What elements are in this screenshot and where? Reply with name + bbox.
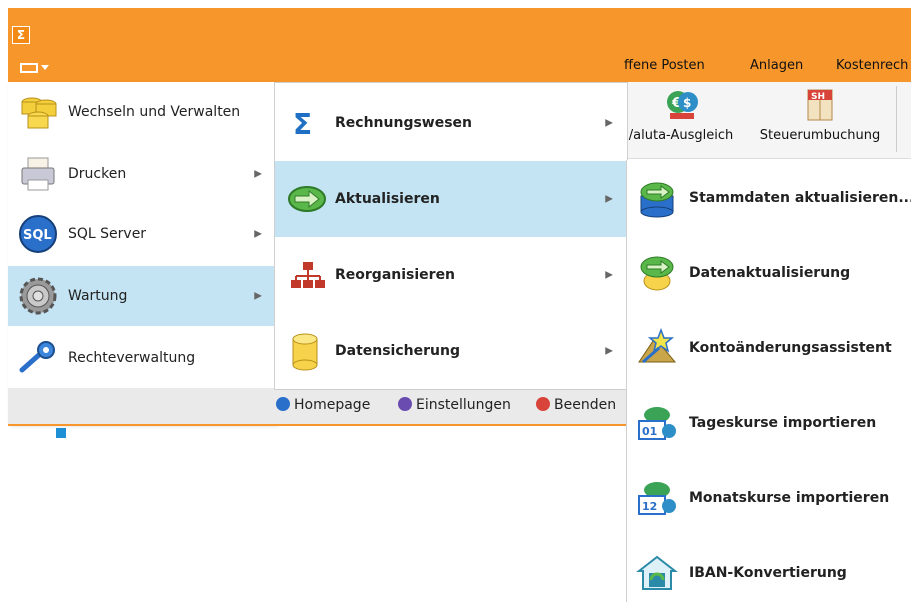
- tab-offene-posten[interactable]: ffene Posten: [624, 58, 705, 73]
- homepage-link[interactable]: Homepage: [276, 397, 370, 413]
- refresh-yellow-icon: [640, 256, 674, 290]
- chevron-right-icon: ▶: [254, 168, 262, 180]
- menu-item-sql-server[interactable]: SQL SQL Server ▶: [8, 204, 276, 264]
- submenu-item-label: Datensicherung: [335, 343, 460, 359]
- subsub-item-iban[interactable]: IBAN-Konvertierung: [627, 535, 911, 610]
- wartung-submenu: Σ Rechnungswesen ▶ Aktualisieren ▶ Reorg…: [274, 82, 628, 390]
- cylinder-icon: [292, 333, 318, 371]
- currency-exchange-icon: € $: [667, 91, 698, 119]
- iban-icon: [636, 555, 678, 590]
- beenden-label: Beenden: [554, 397, 617, 413]
- database-stack-icon: [21, 97, 57, 129]
- menu-footer: Homepage Einstellungen Beenden: [8, 388, 628, 426]
- printer-icon: [21, 157, 55, 191]
- valuta-ausgleich-button[interactable]: € $ /aluta-Ausgleich: [624, 88, 738, 143]
- aktualisieren-submenu: Stammdaten aktualisieren... Datenaktuali…: [626, 160, 911, 602]
- menu-item-label: Wartung: [68, 288, 128, 304]
- app-logo-icon: Σ: [12, 26, 30, 44]
- einstellungen-label: Einstellungen: [416, 397, 511, 413]
- svg-text:12: 12: [642, 500, 657, 513]
- chevron-right-icon: ▶: [254, 290, 262, 302]
- subsub-item-label: Stammdaten aktualisieren...: [689, 189, 911, 206]
- steuerumbuchung-label: Steuerumbuchung: [759, 128, 881, 143]
- submenu-item-label: Rechnungswesen: [335, 115, 473, 131]
- subsub-item-label: Kontoänderungsassistent: [689, 339, 892, 356]
- status-indicator: [56, 428, 66, 438]
- main-menu: Wechseln und Verwalten Drucken ▶ SQL SQL…: [8, 82, 277, 424]
- chevron-right-icon: ▶: [605, 117, 613, 129]
- menu-item-rechteverwaltung[interactable]: Rechteverwaltung: [8, 328, 276, 388]
- file-menu-button[interactable]: [20, 60, 52, 74]
- hierarchy-icon: [291, 262, 325, 288]
- beenden-link[interactable]: Beenden: [536, 397, 616, 413]
- chevron-right-icon: ▶: [254, 228, 262, 240]
- wizard-icon: [638, 327, 677, 363]
- ribbon-separator: [896, 86, 897, 152]
- menu-item-label: SQL Server: [68, 226, 147, 242]
- exit-icon: [536, 397, 550, 411]
- menu-item-label: Wechseln und Verwalten: [68, 104, 241, 120]
- svg-text:$: $: [683, 96, 691, 110]
- chevron-right-icon: ▶: [605, 269, 613, 281]
- sigma-icon: Σ: [293, 108, 312, 140]
- menu-item-wartung[interactable]: Wartung ▶: [8, 266, 276, 326]
- gear-icon: [19, 277, 57, 315]
- refresh-icon: [288, 186, 326, 212]
- chevron-right-icon: ▶: [605, 193, 613, 205]
- daily-rates-icon: 01: [638, 406, 676, 440]
- submenu-item-label: Reorganisieren: [335, 267, 456, 283]
- menu-item-wechseln-und-verwalten[interactable]: Wechseln und Verwalten: [8, 82, 276, 142]
- chevron-right-icon: ▶: [605, 345, 613, 357]
- subsub-item-stammdaten[interactable]: Stammdaten aktualisieren...: [627, 160, 911, 235]
- svg-text:Σ: Σ: [293, 108, 312, 140]
- menu-item-drucken[interactable]: Drucken ▶: [8, 144, 276, 204]
- subsub-item-label: Tageskurse importieren: [689, 414, 877, 431]
- submenu-item-datensicherung[interactable]: Datensicherung ▶: [275, 313, 627, 389]
- subsub-item-label: Monatskurse importieren: [689, 489, 890, 506]
- subsub-item-datenaktualisierung[interactable]: Datenaktualisierung: [627, 235, 911, 310]
- einstellungen-link[interactable]: Einstellungen: [398, 397, 511, 413]
- submenu-item-rechnungswesen[interactable]: Σ Rechnungswesen ▶: [275, 85, 627, 161]
- ribbon-panel: € $ /aluta-Ausgleich SH Steuerumbuchung: [624, 82, 911, 159]
- subsub-item-kontoaenderung[interactable]: Kontoänderungsassistent: [627, 310, 911, 385]
- tax-sh-icon: SH: [807, 89, 833, 121]
- submenu-item-aktualisieren[interactable]: Aktualisieren ▶: [275, 161, 627, 237]
- subsub-item-label: IBAN-Konvertierung: [689, 564, 847, 581]
- valuta-ausgleich-label: /aluta-Ausgleich: [628, 128, 734, 143]
- subsub-item-tageskurse[interactable]: 01 Tageskurse importieren: [627, 385, 911, 460]
- steuerumbuchung-button[interactable]: SH Steuerumbuchung: [754, 88, 886, 143]
- homepage-label: Homepage: [294, 397, 371, 413]
- svg-text:SQL: SQL: [23, 228, 52, 243]
- globe-icon: [276, 397, 290, 411]
- submenu-item-label: Aktualisieren: [335, 191, 440, 207]
- refresh-database-icon: [640, 182, 674, 217]
- menu-item-label: Drucken: [68, 166, 127, 182]
- svg-text:SH: SH: [811, 92, 825, 102]
- tab-kostenrechnung[interactable]: Kostenrech: [836, 58, 908, 73]
- key-icon: [19, 341, 55, 373]
- monthly-rates-icon: 12: [638, 481, 676, 515]
- tab-anlagen[interactable]: Anlagen: [750, 58, 803, 73]
- grid-icon: [20, 62, 38, 73]
- svg-text:01: 01: [642, 425, 657, 438]
- submenu-item-reorganisieren[interactable]: Reorganisieren ▶: [275, 237, 627, 313]
- subsub-item-label: Datenaktualisierung: [689, 264, 851, 281]
- menu-item-label: Rechteverwaltung: [68, 350, 196, 366]
- sql-icon: SQL: [19, 215, 57, 253]
- subsub-item-monatskurse[interactable]: 12 Monatskurse importieren: [627, 460, 911, 535]
- settings-icon: [398, 397, 412, 411]
- chevron-down-icon: [41, 65, 49, 70]
